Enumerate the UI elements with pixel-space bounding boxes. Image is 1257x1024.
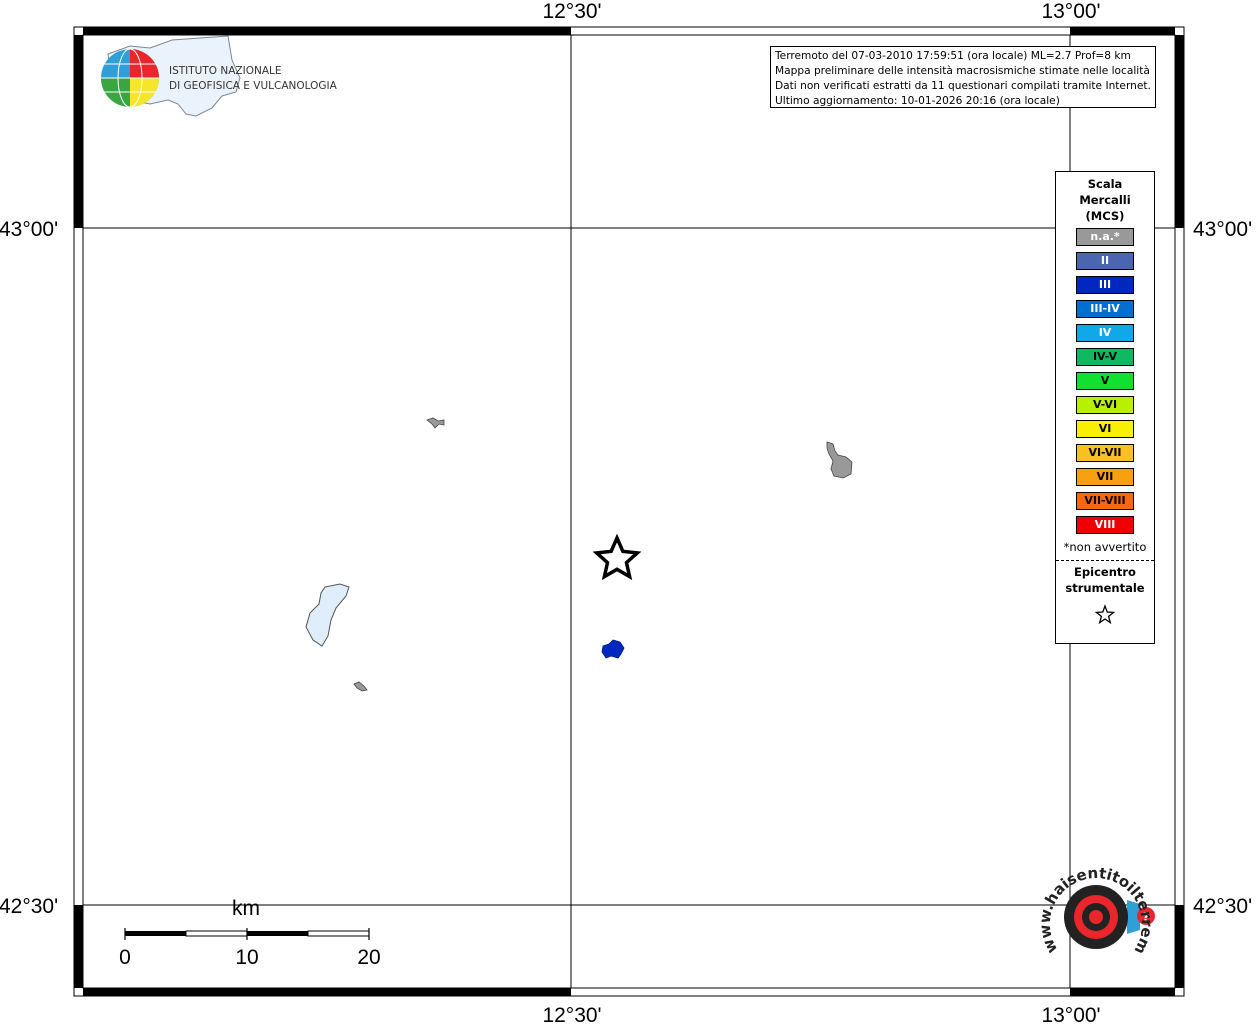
event-info-box: Terremoto del 07-03-2010 17:59:51 (ora l… [770, 46, 1156, 108]
lat-label-left-4230: 42°30' [0, 895, 58, 918]
scale-unit: km [232, 897, 260, 920]
legend-swatch-viii: VIII [1076, 516, 1134, 534]
legend-swatch-iv: IV [1076, 324, 1134, 342]
scale-tick-0: 0 [119, 946, 131, 969]
legend-swatch-n-a: n.a.* [1076, 228, 1134, 246]
legend-swatch-v: V [1076, 372, 1134, 390]
intensity-legend: Scala Mercalli (MCS) n.a.* II III III-IV IV I… [1055, 171, 1155, 644]
lon-label-bottom-1300: 13°00' [1041, 1004, 1100, 1024]
event-info-line4: Ultimo aggiornamento: 10-01-2026 20:16 (… [775, 95, 1060, 107]
legend-swatch-vii-viii: VII-VIII [1076, 492, 1134, 510]
legend-swatch-v-vi: V-VI [1076, 396, 1134, 414]
org-name-line2: DI GEOFISICA E VULCANOLOGIA [169, 80, 338, 92]
epicenter-legend-line1: Epicentro [1074, 565, 1136, 579]
lon-label-bottom-1230: 12°30' [542, 1004, 601, 1024]
legend-swatch-vi-vii: VI-VII [1076, 444, 1134, 462]
event-info-line1: Terremoto del 07-03-2010 17:59:51 (ora l… [775, 50, 1131, 62]
epicenter-legend-title: Epicentro strumentale [1056, 564, 1154, 596]
map-frame [73, 26, 1185, 997]
scale-tick-10: 10 [235, 946, 258, 969]
epicenter-legend-star-icon [1056, 604, 1154, 630]
legend-title-line3: (MCS) [1085, 209, 1125, 223]
event-info-line2: Mappa preliminare delle intensità macros… [775, 65, 1150, 77]
legend-swatch-vii: VII [1076, 468, 1134, 486]
lon-label-top-1300: 13°00' [1041, 0, 1100, 23]
lat-label-right-4230: 42°30' [1193, 895, 1252, 918]
event-info-line3: Dati non verificati estratti da 11 quest… [775, 80, 1151, 92]
org-name-line1: ISTITUTO NAZIONALE [169, 65, 282, 77]
legend-swatch-iii: III [1076, 276, 1134, 294]
legend-title-line2: Mercalli [1079, 193, 1131, 207]
legend-swatch-iv-v: IV-V [1076, 348, 1134, 366]
lon-label-top-1230: 12°30' [542, 0, 601, 23]
legend-swatch-iii-iv: III-IV [1076, 300, 1134, 318]
legend-swatch-ii: II [1076, 252, 1134, 270]
legend-note: *non avvertito [1056, 540, 1154, 561]
legend-swatch-vi: VI [1076, 420, 1134, 438]
legend-swatch-list: n.a.* II III III-IV IV IV-V V V-VI VI VI-VII VII VI… [1056, 228, 1154, 534]
legend-title-line1: Scala [1087, 177, 1123, 191]
epicenter-legend-line2: strumentale [1065, 581, 1145, 595]
legend-title: Scala Mercalli (MCS) [1056, 176, 1154, 224]
lat-label-right-4300: 43°00' [1193, 218, 1252, 241]
scale-tick-20: 20 [357, 946, 380, 969]
lat-label-left-4300: 43°00' [0, 218, 58, 241]
